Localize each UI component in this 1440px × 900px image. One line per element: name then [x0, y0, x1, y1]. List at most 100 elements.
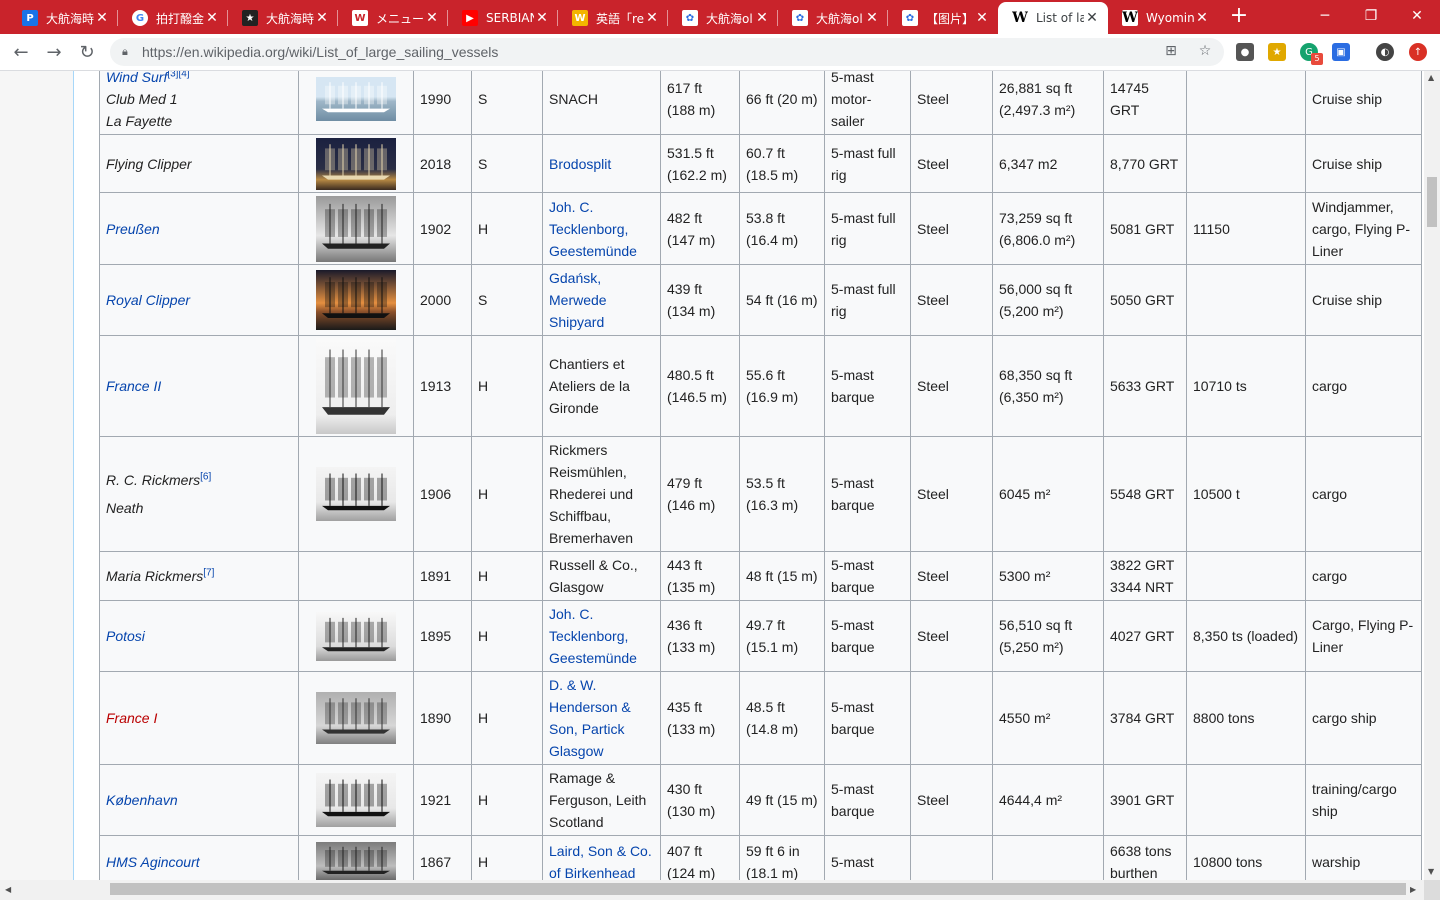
tab-close-icon[interactable]: ✕	[754, 10, 770, 26]
browser-tab[interactable]: ▶ SERBIAN ✕	[448, 2, 558, 34]
ship-name-link[interactable]: Wind Surf	[106, 71, 167, 85]
ship-name-link[interactable]: France I	[106, 710, 157, 726]
update-menu-icon[interactable]: ↑	[1409, 43, 1427, 61]
tab-close-icon[interactable]: ✕	[644, 10, 660, 26]
beam-cell: 54 ft (16 m)	[739, 264, 825, 336]
horizontal-scroll-thumb[interactable]	[110, 883, 1406, 895]
browser-tab[interactable]: P 大航海時代 ✕	[8, 2, 118, 34]
builder-link[interactable]: Joh. C. Tecklenborg, Geestemünde	[549, 199, 637, 259]
extension-icon[interactable]: ★	[1268, 43, 1286, 61]
sail-area-cell-text: 56,000 sq ft (5,200 m²)	[999, 281, 1073, 319]
ship-name-link[interactable]: HMS Agincourt	[106, 854, 200, 870]
browser-tab[interactable]: W メニュー | ✕	[338, 2, 448, 34]
browser-tab[interactable]: ✿ 大航海ol ✕	[778, 2, 888, 34]
browser-tab[interactable]: G 拍打醱金 ✕	[118, 2, 228, 34]
tab-close-icon[interactable]: ✕	[204, 10, 220, 26]
scroll-down-icon[interactable]: ▼	[1428, 867, 1434, 876]
ship-thumbnail[interactable]	[316, 841, 396, 880]
browser-tab[interactable]: ★ 大航海時代 ✕	[228, 2, 338, 34]
rig-cell: 5-mast barque	[824, 764, 911, 836]
ship-name-link[interactable]: Royal Clipper	[106, 292, 190, 308]
browser-tab[interactable]: ✿ 大航海ol ✕	[668, 2, 778, 34]
translate-icon[interactable]: ⊞	[1162, 43, 1180, 61]
ship-name-link[interactable]: Preußen	[106, 221, 160, 237]
use-cell-text: cargo ship	[1312, 710, 1377, 726]
extension-icon[interactable]: ▣	[1332, 43, 1350, 61]
ship-name-link[interactable]: Potosi	[106, 628, 145, 644]
tab-title: SERBIAN	[486, 11, 534, 25]
address-bar[interactable]: 🔒︎ https://en.wikipedia.org/wiki/List_of…	[110, 38, 1224, 66]
tab-close-icon[interactable]: ✕	[1194, 10, 1210, 26]
browser-tab[interactable]: W 英語「ren ✕	[558, 2, 668, 34]
tab-close-icon[interactable]: ✕	[314, 10, 330, 26]
horizontal-scrollbar[interactable]: ◀ ▶	[0, 880, 1424, 900]
vertical-scroll-thumb[interactable]	[1427, 177, 1437, 227]
ship-thumbnail[interactable]	[316, 692, 396, 744]
ship-image-cell	[298, 436, 414, 552]
ship-name-link[interactable]: France II	[106, 378, 161, 394]
wikipedia-icon: W	[1122, 10, 1138, 26]
ship-thumbnail[interactable]	[316, 137, 396, 190]
bookmark-star-icon[interactable]: ☆	[1196, 43, 1214, 61]
ship-name-link[interactable]: København	[106, 792, 178, 808]
beam-cell-text: 48 ft (15 m)	[746, 568, 818, 584]
citation-link[interactable]: [7]	[203, 567, 214, 578]
use-cell-text: Cargo, Flying P-Liner	[1312, 617, 1414, 655]
table-row: HMS Agincourt 1867 H Laird, Son & Co. of B…	[99, 835, 1422, 881]
year-cell: 2000	[413, 264, 472, 336]
ship-thumbnail[interactable]	[316, 270, 396, 330]
restore-icon[interactable]: ❐	[1348, 0, 1394, 32]
ship-thumbnail[interactable]	[316, 611, 396, 661]
close-window-icon[interactable]: ✕	[1394, 0, 1440, 32]
browser-tab[interactable]: ✿ 【图片】历 ✕	[888, 2, 998, 34]
tab-close-icon[interactable]: ✕	[534, 10, 550, 26]
ship-thumbnail[interactable]	[316, 338, 396, 434]
use-cell: cargo	[1305, 551, 1422, 601]
browser-tab[interactable]: W Wyomin ✕	[1108, 2, 1218, 34]
builder-cell: Ramage & Ferguson, Leith Scotland	[542, 764, 661, 836]
length-cell: 479 ft (146 m)	[660, 436, 740, 552]
hull-cell-text: Steel	[917, 292, 949, 308]
tonnage-cell: 5548 GRT	[1103, 436, 1187, 552]
sail-area-cell-text: 6045 m²	[999, 486, 1051, 502]
builder-link[interactable]: Joh. C. Tecklenborg, Geestemünde	[549, 606, 637, 666]
scroll-up-icon[interactable]: ▲	[1428, 73, 1434, 82]
citation-link[interactable]: [3][4]	[167, 71, 189, 79]
hull-cell-text: Steel	[917, 91, 949, 107]
ship-thumbnail[interactable]	[316, 467, 396, 521]
builder-cell: SNACH	[542, 71, 661, 135]
builder-link[interactable]: Brodosplit	[549, 156, 611, 172]
tab-close-icon[interactable]: ✕	[94, 10, 110, 26]
rig-cell: 5-mast full rig	[824, 134, 911, 193]
ship-thumbnail[interactable]	[316, 195, 396, 262]
tab-close-icon[interactable]: ✕	[1084, 10, 1100, 26]
vertical-scrollbar[interactable]: ▲ ▼	[1424, 71, 1440, 880]
sail-area-cell: 4550 m²	[992, 671, 1104, 765]
year-cell-text: 1895	[420, 628, 452, 644]
scroll-left-icon[interactable]: ◀	[5, 885, 11, 894]
citation-link[interactable]: [6]	[200, 471, 211, 482]
scroll-right-icon[interactable]: ▶	[1410, 885, 1416, 894]
tab-close-icon[interactable]: ✕	[974, 10, 990, 26]
rig-cell-text: 5-mast barque	[831, 781, 875, 819]
browser-tab-active[interactable]: W List of la ✕	[998, 2, 1108, 34]
new-tab-button[interactable]: +	[1228, 5, 1250, 27]
beam-cell-text: 49.7 ft (15.1 m)	[746, 617, 799, 655]
ship-thumbnail[interactable]	[316, 77, 396, 121]
builder-link[interactable]: D. & W. Henderson & Son, Partick Glasgow	[549, 677, 631, 759]
builder-link[interactable]: Gdańsk, Merwede Shipyard	[549, 270, 607, 330]
url-text[interactable]: https://en.wikipedia.org/wiki/List_of_la…	[142, 44, 498, 60]
length-cell-text: 430 ft (130 m)	[667, 781, 716, 819]
back-icon[interactable]: ←	[9, 40, 33, 64]
minimize-icon[interactable]: ─	[1302, 0, 1348, 32]
forward-icon[interactable]: →	[42, 40, 66, 64]
displacement-cell: 8,350 ts (loaded)	[1186, 600, 1306, 672]
avatar[interactable]: ◐	[1376, 43, 1394, 61]
extension-icon[interactable]: ●	[1236, 43, 1254, 61]
hull-cell-text: Steel	[917, 568, 949, 584]
builder-link[interactable]: Laird, Son & Co. of Birkenhead	[549, 843, 652, 881]
tab-close-icon[interactable]: ✕	[864, 10, 880, 26]
tab-close-icon[interactable]: ✕	[424, 10, 440, 26]
ship-thumbnail[interactable]	[316, 773, 396, 827]
reload-icon[interactable]: ↻	[75, 40, 99, 64]
